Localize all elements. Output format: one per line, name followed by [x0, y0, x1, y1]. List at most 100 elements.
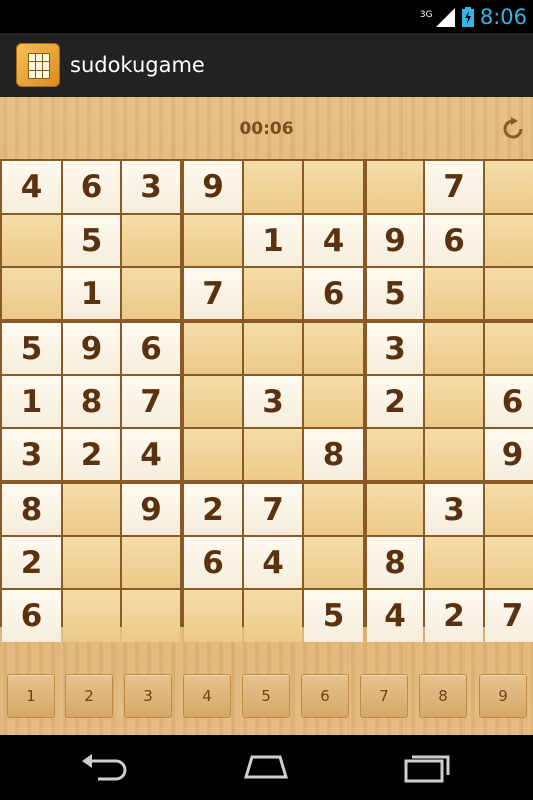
- sudoku-cell-r4c8[interactable]: [425, 323, 483, 374]
- sudoku-cell-r9c1[interactable]: 6: [2, 590, 61, 642]
- sudoku-cell-r6c8[interactable]: [425, 429, 483, 480]
- sudoku-cell-r3c6[interactable]: 6: [304, 268, 363, 319]
- home-icon[interactable]: [236, 747, 296, 787]
- sudoku-cell-r5c6[interactable]: [304, 376, 363, 427]
- sudoku-cell-r5c8[interactable]: [425, 376, 483, 427]
- sudoku-cell-r6c2[interactable]: 2: [63, 429, 120, 480]
- sudoku-cell-r2c4[interactable]: [184, 215, 242, 266]
- sudoku-cell-r2c9[interactable]: [485, 215, 533, 266]
- sudoku-cell-r7c7[interactable]: [367, 484, 423, 535]
- number-button-6[interactable]: 6: [301, 674, 349, 718]
- sudoku-cell-r9c5[interactable]: [244, 590, 302, 642]
- sudoku-cell-r1c9[interactable]: [485, 161, 533, 213]
- sudoku-cell-r7c8[interactable]: 3: [425, 484, 483, 535]
- sudoku-cell-r5c2[interactable]: 8: [63, 376, 120, 427]
- sudoku-cell-r9c2[interactable]: [63, 590, 120, 642]
- sudoku-cell-r7c1[interactable]: 8: [2, 484, 61, 535]
- sudoku-cell-r3c1[interactable]: [2, 268, 61, 319]
- sudoku-cell-r2c2[interactable]: 5: [63, 215, 120, 266]
- sudoku-cell-r9c4[interactable]: [184, 590, 242, 642]
- sudoku-cell-r1c6[interactable]: [304, 161, 363, 213]
- sudoku-board: 4639751496176559631873263248989273264865…: [0, 159, 533, 642]
- sudoku-cell-r3c4[interactable]: 7: [184, 268, 242, 319]
- sudoku-cell-r3c8[interactable]: [425, 268, 483, 319]
- sudoku-cell-r4c4[interactable]: [184, 323, 242, 374]
- sudoku-cell-r5c9[interactable]: 6: [485, 376, 533, 427]
- sudoku-cell-r2c7[interactable]: 9: [367, 215, 423, 266]
- sudoku-cell-r8c8[interactable]: [425, 537, 483, 588]
- game-timer: 00:06: [239, 119, 294, 139]
- sudoku-cell-r8c2[interactable]: [63, 537, 120, 588]
- sudoku-cell-r6c9[interactable]: 9: [485, 429, 533, 480]
- sudoku-cell-r2c8[interactable]: 6: [425, 215, 483, 266]
- number-button-3[interactable]: 3: [124, 674, 172, 718]
- sudoku-cell-r1c3[interactable]: 3: [122, 161, 180, 213]
- sudoku-cell-r1c5[interactable]: [244, 161, 302, 213]
- number-button-2[interactable]: 2: [65, 674, 113, 718]
- signal-icon: 3G: [420, 6, 456, 28]
- sudoku-cell-r9c7[interactable]: 4: [367, 590, 423, 642]
- sudoku-cell-r6c3[interactable]: 4: [122, 429, 180, 480]
- sudoku-cell-r4c1[interactable]: 5: [2, 323, 61, 374]
- sudoku-cell-r7c5[interactable]: 7: [244, 484, 302, 535]
- sudoku-cell-r7c3[interactable]: 9: [122, 484, 180, 535]
- number-button-7[interactable]: 7: [360, 674, 408, 718]
- sudoku-cell-r3c9[interactable]: [485, 268, 533, 319]
- sudoku-cell-r7c6[interactable]: [304, 484, 363, 535]
- sudoku-cell-r8c3[interactable]: [122, 537, 180, 588]
- sudoku-cell-r9c3[interactable]: [122, 590, 180, 642]
- sudoku-cell-r1c8[interactable]: 7: [425, 161, 483, 213]
- sudoku-cell-r5c4[interactable]: [184, 376, 242, 427]
- sudoku-cell-r4c9[interactable]: [485, 323, 533, 374]
- sudoku-grid-icon: [28, 53, 50, 79]
- sudoku-cell-r8c1[interactable]: 2: [2, 537, 61, 588]
- sudoku-cell-r5c1[interactable]: 1: [2, 376, 61, 427]
- sudoku-cell-r3c2[interactable]: 1: [63, 268, 120, 319]
- number-button-8[interactable]: 8: [419, 674, 467, 718]
- sudoku-cell-r5c3[interactable]: 7: [122, 376, 180, 427]
- sudoku-cell-r4c7[interactable]: 3: [367, 323, 423, 374]
- sudoku-cell-r9c6[interactable]: 5: [304, 590, 363, 642]
- sudoku-cell-r4c5[interactable]: [244, 323, 302, 374]
- sudoku-cell-r6c4[interactable]: [184, 429, 242, 480]
- sudoku-cell-r9c8[interactable]: 2: [425, 590, 483, 642]
- sudoku-cell-r2c3[interactable]: [122, 215, 180, 266]
- sudoku-cell-r7c4[interactable]: 2: [184, 484, 242, 535]
- sudoku-cell-r7c2[interactable]: [63, 484, 120, 535]
- sudoku-cell-r5c7[interactable]: 2: [367, 376, 423, 427]
- sudoku-cell-r5c5[interactable]: 3: [244, 376, 302, 427]
- sudoku-cell-r8c4[interactable]: 6: [184, 537, 242, 588]
- sudoku-cell-r1c4[interactable]: 9: [184, 161, 242, 213]
- sudoku-cell-r4c2[interactable]: 9: [63, 323, 120, 374]
- sudoku-cell-r6c6[interactable]: 8: [304, 429, 363, 480]
- sudoku-cell-r3c3[interactable]: [122, 268, 180, 319]
- recents-icon[interactable]: [398, 747, 458, 787]
- sudoku-cell-r6c1[interactable]: 3: [2, 429, 61, 480]
- sudoku-cell-r4c6[interactable]: [304, 323, 363, 374]
- number-button-9[interactable]: 9: [479, 674, 527, 718]
- sudoku-cell-r2c6[interactable]: 4: [304, 215, 363, 266]
- sudoku-cell-r9c9[interactable]: 7: [485, 590, 533, 642]
- refresh-icon[interactable]: [501, 117, 525, 141]
- sudoku-cell-r1c2[interactable]: 6: [63, 161, 120, 213]
- sudoku-cell-r8c7[interactable]: 8: [367, 537, 423, 588]
- app-icon[interactable]: [16, 43, 60, 87]
- sudoku-cell-r1c1[interactable]: 4: [2, 161, 61, 213]
- back-icon[interactable]: [76, 747, 136, 787]
- sudoku-cell-r3c7[interactable]: 5: [367, 268, 423, 319]
- sudoku-cell-r1c7[interactable]: [367, 161, 423, 213]
- sudoku-cell-r8c9[interactable]: [485, 537, 533, 588]
- number-button-5[interactable]: 5: [242, 674, 290, 718]
- sudoku-cell-r6c7[interactable]: [367, 429, 423, 480]
- sudoku-cell-r3c5[interactable]: [244, 268, 302, 319]
- number-button-4[interactable]: 4: [183, 674, 231, 718]
- sudoku-cell-r7c9[interactable]: [485, 484, 533, 535]
- number-button-1[interactable]: 1: [7, 674, 55, 718]
- sudoku-cell-r8c6[interactable]: [304, 537, 363, 588]
- sudoku-cell-r2c1[interactable]: [2, 215, 61, 266]
- status-bar: 3G 8:06: [0, 0, 533, 33]
- sudoku-cell-r8c5[interactable]: 4: [244, 537, 302, 588]
- sudoku-cell-r6c5[interactable]: [244, 429, 302, 480]
- sudoku-cell-r2c5[interactable]: 1: [244, 215, 302, 266]
- sudoku-cell-r4c3[interactable]: 6: [122, 323, 180, 374]
